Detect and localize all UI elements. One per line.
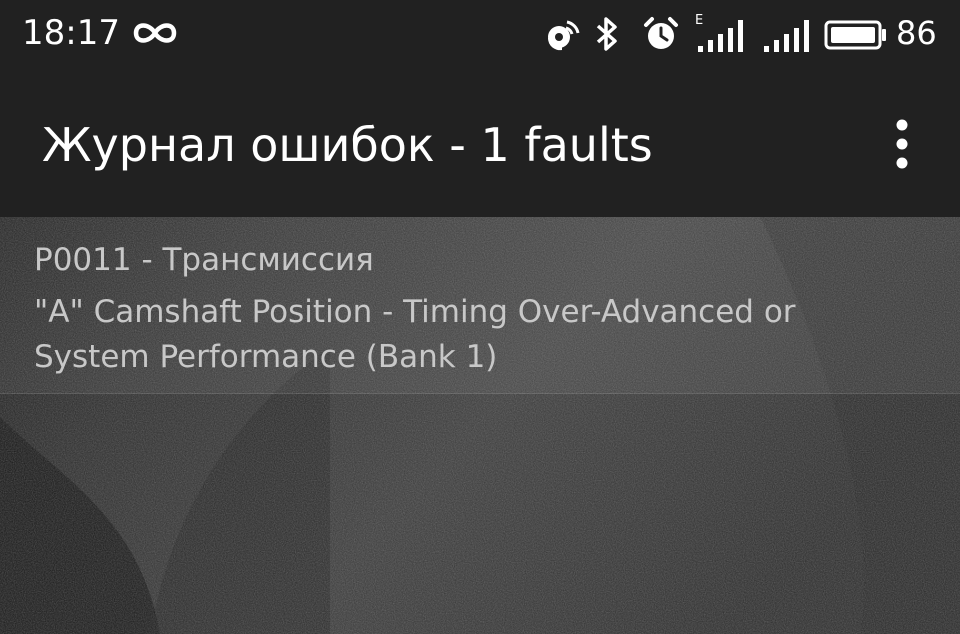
status-bar: 18:17 E 86 [0,0,960,72]
infinity-icon [133,23,177,43]
battery-icon [824,20,886,50]
alarm-icon [644,17,678,49]
location-icon [547,20,580,51]
fault-code: P0011 - Трансмиссия [34,242,374,278]
fault-description: "A" Camshaft Position - Timing Over-Adva… [34,294,796,375]
status-time: 18:17 [22,13,120,53]
page-title: Журнал ошибок - 1 faults [42,118,653,172]
app-bar: Журнал ошибок - 1 faults [0,72,960,217]
fault-list-item[interactable]: P0011 - Трансмиссия "A" Camshaft Positio… [0,217,960,394]
overflow-menu-icon[interactable] [878,116,926,172]
bluetooth-icon [596,17,617,51]
battery-level: 86 [896,14,937,52]
fault-list[interactable]: P0011 - Трансмиссия "A" Camshaft Positio… [0,217,960,634]
network-type-label: E [695,13,704,28]
signal-icon [764,20,809,52]
